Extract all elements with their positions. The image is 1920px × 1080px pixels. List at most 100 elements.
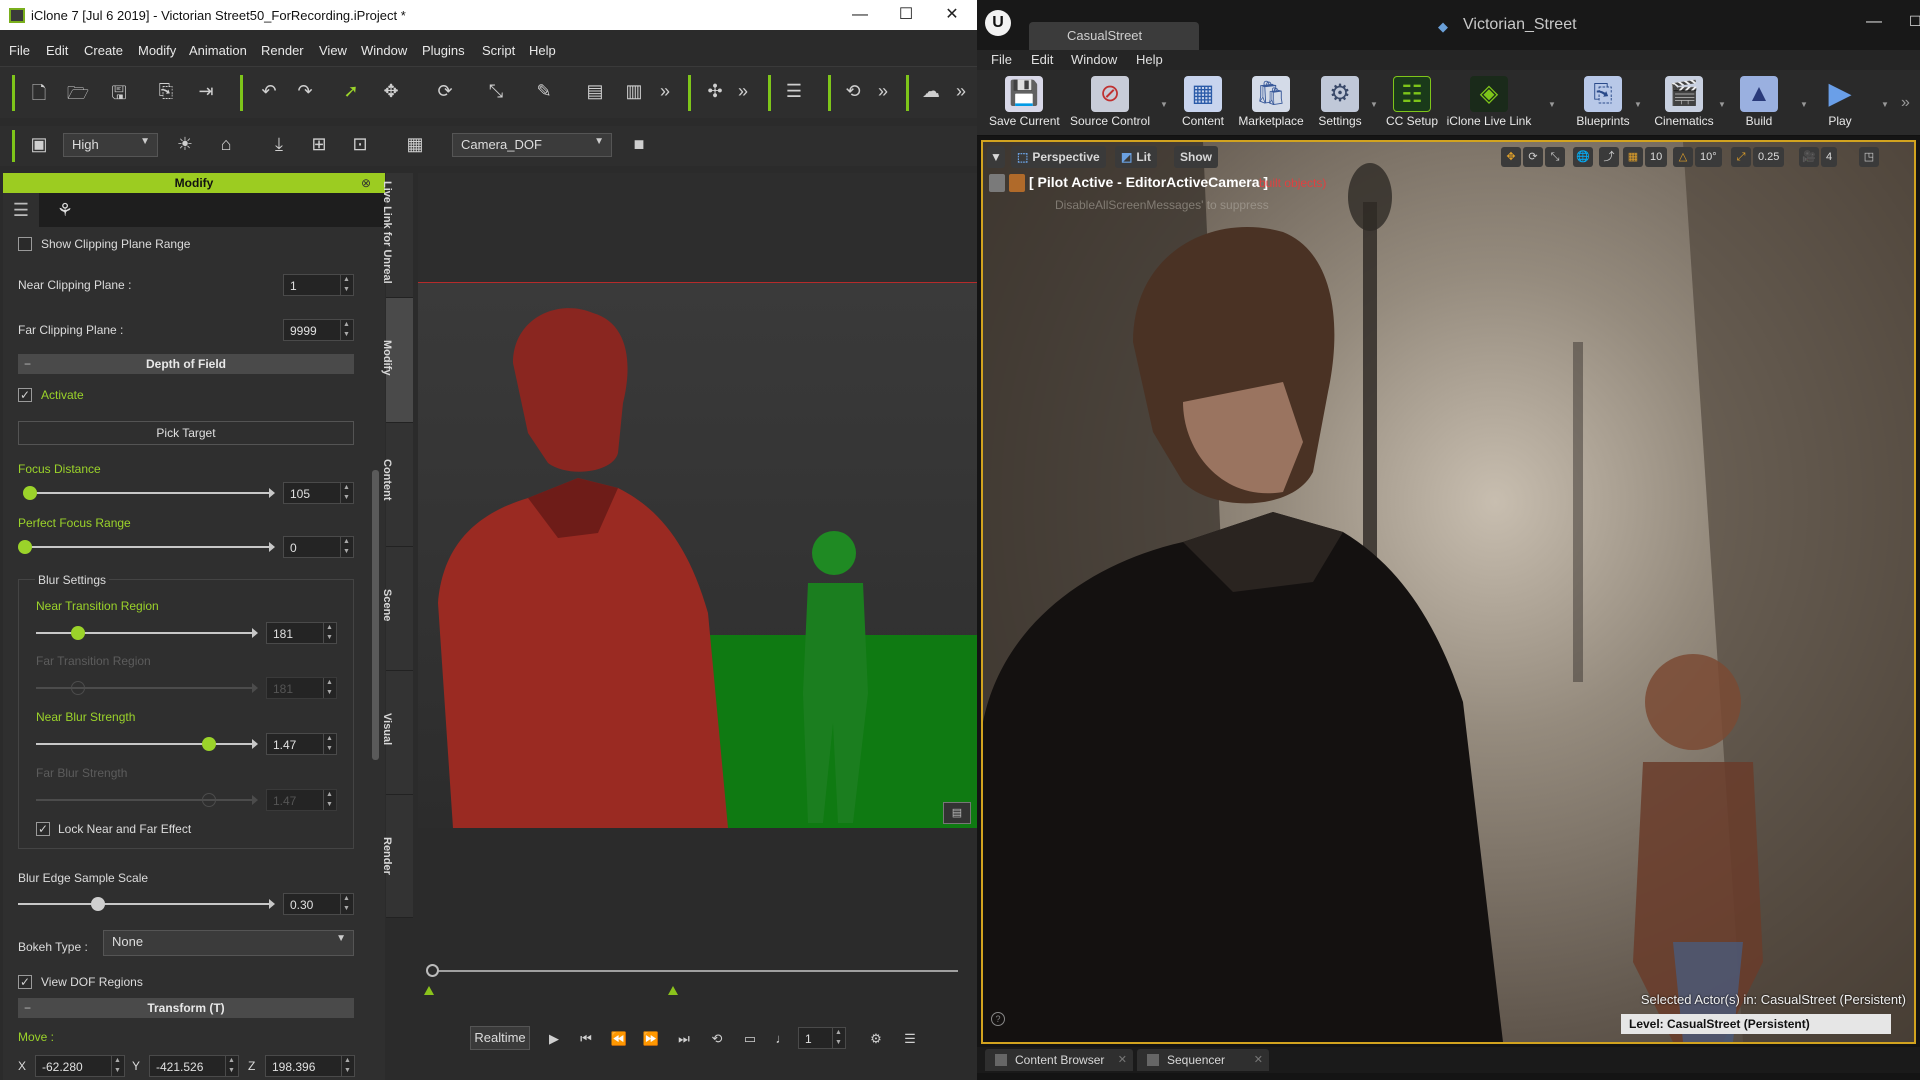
settings-icon[interactable]: ⚙ [864,1028,888,1050]
more-chevron-icon[interactable]: » [652,81,678,102]
menu-view[interactable]: View [319,43,347,58]
home-icon[interactable]: ⌂ [213,134,239,155]
menu-help[interactable]: Help [529,43,556,58]
rotation-snap-value[interactable]: 10° [1695,147,1722,167]
tab-scene[interactable]: Scene [381,547,413,671]
menu-plugins[interactable]: Plugins [422,43,465,58]
more-chevron-icon[interactable]: » [948,81,974,102]
distribute-icon[interactable]: ▥ [621,81,647,102]
move-icon[interactable]: ✥ [378,81,404,102]
settings-button[interactable]: ⚙ Settings [1310,74,1370,134]
properties-tab-icon[interactable]: ☰ [3,193,39,227]
tab-visual[interactable]: Visual [381,671,413,795]
collapse-icon[interactable]: − [24,998,31,1018]
chevron-down-icon[interactable]: ▼ [1881,100,1889,109]
undo-icon[interactable]: ↶ [256,81,282,102]
scale-snap-value[interactable]: 0.25 [1753,147,1785,167]
camera-icon[interactable]: ■ [626,134,652,155]
close-icon[interactable]: ✕ [1118,1049,1127,1071]
spinner-arrows-icon[interactable]: ▲ ▼ [340,483,352,503]
dof-section-header[interactable]: − Depth of Field [18,354,354,374]
settings-sliders-icon[interactable]: ☰ [781,81,807,102]
perfect-focus-knob[interactable] [18,540,32,554]
show-clipping-checkbox[interactable] [18,237,32,251]
move-z-input[interactable]: 198.396 ▲ ▼ [265,1055,355,1077]
tab-live-link[interactable]: Live Link for Unreal [381,173,413,298]
content-button[interactable]: ▦ Content [1173,74,1233,134]
camera-speed-icon[interactable]: 🎥 [1799,147,1819,167]
eject-icon[interactable] [989,174,1005,192]
lock-near-far-checkbox[interactable]: ✓ [36,822,50,836]
fit-icon[interactable]: ⊞ [306,134,332,155]
loop-icon[interactable]: ⟲ [705,1028,729,1050]
viewport-options-button[interactable]: ▼ [987,146,1005,168]
near-transition-input[interactable]: 181 ▲ ▼ [266,622,337,644]
music-icon[interactable]: ♩ [770,1028,794,1050]
far-clipping-input[interactable]: 9999 ▲ ▼ [283,319,354,341]
near-blur-input[interactable]: 1.47 ▲ ▼ [266,733,337,755]
more-chevron-icon[interactable]: » [730,81,756,102]
frame-input[interactable]: 1 ▲ ▼ [798,1027,846,1049]
timeline-track[interactable] [428,970,958,972]
panel-scrollbar[interactable] [372,470,379,760]
cc-setup-button[interactable]: ☷ CC Setup [1382,74,1442,134]
subtitle-icon[interactable]: ▭ [738,1028,762,1050]
grid-snap-icon[interactable]: ▦ [1623,147,1643,167]
chevron-down-icon[interactable]: ▼ [1718,100,1726,109]
spinner-arrows-icon[interactable]: ▲ ▼ [340,537,352,557]
menu-window[interactable]: Window [361,43,407,58]
rotate-icon[interactable]: ⟳ [432,81,458,102]
light-icon[interactable]: ☀ [172,134,198,155]
cinematics-button[interactable]: 🎬 Cinematics [1647,74,1721,134]
chevron-down-icon[interactable]: ▼ [1800,100,1808,109]
motion-tab-icon[interactable]: ⚘ [47,193,83,227]
spinner-arrows-icon[interactable]: ▲ ▼ [323,734,335,754]
unreal-viewport[interactable]: ▼ ⬚ Perspective ◩ Lit Show ✥ ⟳ ⤡ 🌐 ⤴ ▦ 10 … [981,140,1916,1044]
focus-distance-slider[interactable] [27,492,271,494]
spinner-arrows-icon[interactable]: ▲ ▼ [340,275,352,295]
align-icon[interactable]: ▤ [582,81,608,102]
play-button[interactable]: ▶ Play [1815,74,1865,134]
view-dof-checkbox[interactable]: ✓ [18,975,32,989]
range-start-marker[interactable] [424,986,434,995]
spinner-arrows-icon[interactable]: ▲ ▼ [832,1028,844,1048]
go-to-start-icon[interactable]: ⏮ [574,1028,598,1050]
motion-icon[interactable]: ✣ [702,81,728,102]
save-icon[interactable]: 🖫 [106,81,132,111]
collapse-icon[interactable]: − [24,354,31,374]
camera-select[interactable]: Camera_DOF ▼ [452,133,612,157]
tab-content[interactable]: Content [381,423,413,547]
marketplace-button[interactable]: 🛍 Marketplace [1235,74,1307,134]
more-chevron-icon[interactable]: » [1901,94,1910,112]
blur-edge-knob[interactable] [91,897,105,911]
move-x-input[interactable]: -62.280 ▲ ▼ [35,1055,125,1077]
play-icon[interactable]: ▶ [542,1028,566,1050]
camera-speed-value[interactable]: 4 [1821,147,1838,167]
show-button[interactable]: Show [1174,146,1218,168]
menu-modify[interactable]: Modify [138,43,176,58]
range-end-marker[interactable] [668,986,678,995]
spinner-arrows-icon[interactable]: ▲ ▼ [340,320,352,340]
source-control-button[interactable]: ⊘ Source Control [1068,74,1152,134]
menu-edit[interactable]: Edit [46,43,68,58]
bone-icon[interactable]: ⟲ [840,81,866,102]
menu-file[interactable]: File [9,43,30,58]
spinner-arrows-icon[interactable]: ▲ ▼ [225,1056,237,1076]
perspective-button[interactable]: ⬚ Perspective [1011,146,1106,168]
chevron-down-icon[interactable]: ▼ [1634,100,1642,109]
maximize-viewport-icon[interactable]: ◳ [1859,147,1879,167]
spinner-arrows-icon[interactable]: ▲ ▼ [323,623,335,643]
perfect-focus-slider[interactable] [23,546,271,548]
maximize-button[interactable]: ☐ [883,2,929,28]
close-icon[interactable]: ⊗ [361,173,371,193]
previous-frame-icon[interactable]: ⏪ [607,1028,631,1050]
next-frame-icon[interactable]: ⏩ [639,1028,663,1050]
edit-pen-icon[interactable]: ✎ [531,81,557,102]
timeline-playhead[interactable] [426,964,439,977]
blueprints-button[interactable]: ⎘ Blueprints [1568,74,1638,134]
blur-edge-slider[interactable] [18,903,271,905]
level-tab[interactable]: CasualStreet [1029,22,1199,50]
tab-render[interactable]: Render [381,795,413,918]
align-down-icon[interactable]: ⤓ [266,134,292,155]
activate-checkbox[interactable]: ✓ [18,388,32,402]
